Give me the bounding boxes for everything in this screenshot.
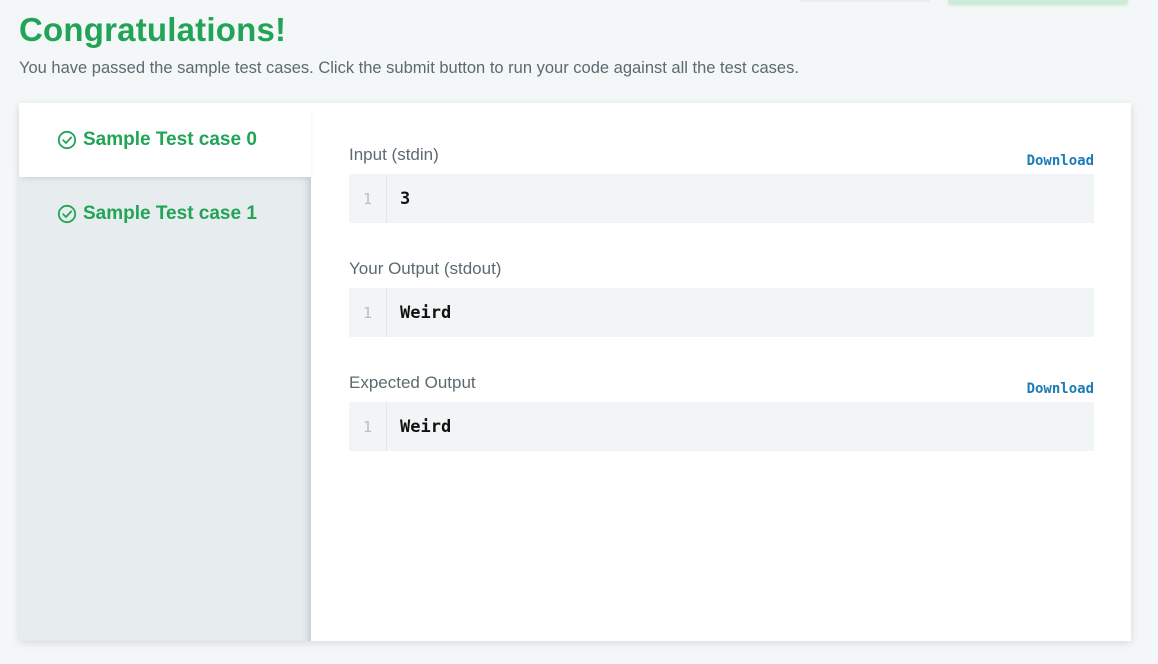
input-section: Input (stdin) Download 1 3: [349, 141, 1094, 223]
check-circle-icon: [57, 204, 77, 224]
your-output-code-block: 1 Weird: [349, 288, 1094, 337]
expected-output-section: Expected Output Download 1 Weird: [349, 369, 1094, 451]
top-decoration: [800, 0, 930, 2]
expected-output-code-block: 1 Weird: [349, 402, 1094, 451]
line-number: 1: [349, 288, 387, 337]
test-results-card: Sample Test case 0 Sample Test case 1 In…: [19, 103, 1131, 641]
tab-sample-test-case-1[interactable]: Sample Test case 1: [19, 177, 311, 251]
top-green-accent: [948, 0, 1128, 4]
input-content: 3: [400, 188, 411, 209]
check-circle-icon: [57, 130, 77, 150]
download-expected-link[interactable]: Download: [1027, 381, 1094, 399]
your-output-section: Your Output (stdout) 1 Weird: [349, 255, 1094, 337]
result-header: Congratulations! You have passed the sam…: [19, 8, 1138, 79]
test-case-tabs: Sample Test case 0 Sample Test case 1: [19, 103, 311, 641]
line-number: 1: [349, 402, 387, 451]
tab-sample-test-case-0[interactable]: Sample Test case 0: [19, 103, 311, 177]
input-code-block: 1 3: [349, 174, 1094, 223]
download-input-link[interactable]: Download: [1027, 153, 1094, 171]
test-case-detail-panel: Input (stdin) Download 1 3 Your Output (…: [311, 103, 1131, 641]
expected-output-label: Expected Output: [349, 373, 476, 392]
tab-label: Sample Test case 1: [83, 203, 257, 224]
input-label: Input (stdin): [349, 145, 439, 164]
tab-label: Sample Test case 0: [83, 129, 257, 150]
page-title: Congratulations!: [19, 11, 287, 48]
line-number: 1: [349, 174, 387, 223]
your-output-content: Weird: [400, 302, 452, 323]
your-output-label: Your Output (stdout): [349, 259, 502, 278]
expected-output-content: Weird: [400, 416, 452, 437]
result-subtitle: You have passed the sample test cases. C…: [19, 59, 799, 77]
